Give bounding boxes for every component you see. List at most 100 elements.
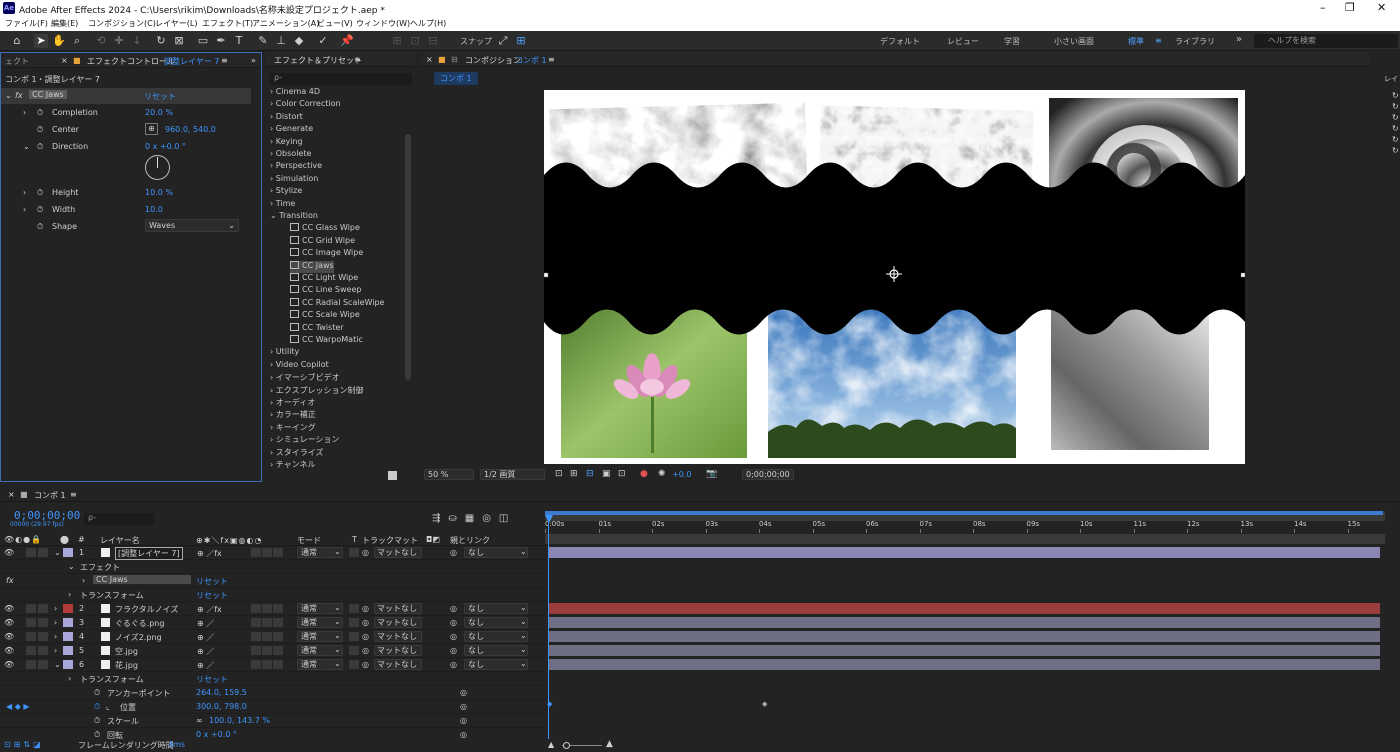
expand-icon[interactable]: › [23,205,26,214]
right-panel-icons[interactable]: ↻ ↻ ↻ ↻ ↻ ↻ [1392,90,1399,156]
stopwatch-icon[interactable]: ⏱ [94,716,100,726]
column-mode[interactable]: モード [297,535,321,546]
exposure-icon[interactable]: ✺ [658,469,666,479]
layer-switch-box[interactable] [262,632,272,641]
dolly-tool-icon[interactable]: ↓ [130,34,144,48]
preset-category[interactable]: › Obsolete [270,149,311,161]
preset-effect[interactable]: CC Line Sweep [290,285,361,297]
workspace-default[interactable]: デフォルト [880,36,920,47]
blend-mode-dropdown[interactable]: 通常 ⌄ [297,617,343,628]
menu-help[interactable]: ヘルプ(H) [410,18,446,29]
transform-reset-link[interactable]: リセット [196,674,228,685]
zoom-slider-thumb[interactable] [563,742,570,749]
layer-duration-bar[interactable] [549,547,1380,558]
lock-switch[interactable] [38,646,48,655]
type-tool-icon[interactable]: T [232,34,246,48]
stopwatch-icon[interactable]: ⏱ [37,188,43,198]
preset-effect[interactable]: CC Image Wipe [290,248,363,260]
layer-row[interactable]: 👁 › 4 ノイズ2.png ⊕ ／ 通常 ⌄ ◎ マットなし ◎ なし ⌄ [0,630,545,644]
preset-category[interactable]: › Generate [270,124,313,136]
layer-label-color[interactable] [63,548,73,557]
layer-switch-box[interactable] [273,646,283,655]
menu-effect[interactable]: エフェクト(T) [202,18,253,29]
expand-icon[interactable]: › [54,618,57,627]
effect-name[interactable]: CC Jaws [29,90,67,99]
snapshot-icon[interactable]: 📷 [706,469,717,479]
track-matte-dropdown[interactable]: マットなし [374,645,422,656]
help-search-input[interactable]: ヘルプを検索 [1254,34,1398,48]
preset-effect[interactable]: CC Grid Wipe [290,235,355,248]
preset-category[interactable]: › Color Correction [270,99,341,111]
stopwatch-icon[interactable]: ⏱ [94,688,100,698]
preset-category[interactable]: ⌄ Transition [270,211,318,223]
layer-name[interactable]: 空.jpg [115,646,138,657]
preserve-transparency-switch[interactable] [349,646,359,655]
parent-pickwhip-icon[interactable]: ◎ [450,632,457,641]
layer-label-color[interactable] [63,618,73,627]
lock-switch[interactable] [38,632,48,641]
visibility-eye-icon[interactable]: 👁 [4,660,14,669]
effect-row[interactable]: ⌄ fx CC Jaws リセット [1,88,251,104]
fx-icon[interactable]: fx [6,576,14,585]
column-layer-name[interactable]: レイヤー名 [100,535,140,546]
solo-switch[interactable] [26,618,36,627]
layer-name[interactable]: ノイズ2.png [115,632,162,643]
menu-animation[interactable]: アニメーション(A) [252,18,319,29]
preset-category[interactable]: › シミュレーション [270,434,339,446]
snap-options-icon[interactable]: ⤢ [496,34,510,48]
preset-category[interactable]: › Video Copilot [270,360,329,372]
footer-toggle-icons[interactable]: ⊡⊞⇅◪ [4,740,44,749]
layer-switch-box[interactable] [251,660,261,669]
hand-tool-icon[interactable]: ✋ [52,34,66,48]
layer-handle-left[interactable] [544,272,549,278]
expand-icon[interactable]: › [68,590,71,599]
collapse-icon[interactable]: ⌄ [54,660,61,669]
parent-dropdown[interactable]: なし ⌄ [464,603,528,614]
effect-reset-link[interactable]: リセット [144,91,176,102]
layer-switch-box[interactable] [262,618,272,627]
visibility-eye-icon[interactable]: 👁 [4,604,14,613]
expand-icon[interactable]: › [23,108,26,117]
pickwhip-icon[interactable]: ◎ [362,646,369,655]
zoom-tool-icon[interactable]: ⌕ [70,34,84,48]
collapse-icon[interactable]: ⌄ [5,91,12,100]
axis-icon[interactable]: ⊞ [390,34,404,48]
workspace-review[interactable]: レビュー [947,36,979,47]
preset-category[interactable]: › イマーシブビデオ [270,372,340,384]
layer-switches[interactable]: ⊕ ／ [197,660,214,671]
color-channels-icon[interactable]: ● [640,469,648,479]
lock-switch[interactable] [38,618,48,627]
effect-item-row[interactable]: fx › CC Jaws リセット [0,574,545,588]
pickwhip-icon[interactable]: ◎ [362,604,369,613]
layer-switches[interactable]: ⊕ ／ [197,646,214,657]
transform-property-value[interactable]: 100.0, 143.7 % [209,716,270,725]
stopwatch-icon[interactable]: ⏱ [37,205,43,215]
parent-dropdown[interactable]: なし ⌄ [464,617,528,628]
stopwatch-icon[interactable]: ⏱ [94,702,100,712]
preset-category[interactable]: › Utility [270,347,299,359]
blend-mode-dropdown[interactable]: 通常 ⌄ [297,631,343,642]
stopwatch-icon[interactable]: ⏱ [37,222,43,232]
layer-duration-bar[interactable] [549,659,1380,670]
close-icon[interactable]: ✕ [1377,1,1386,14]
view-axis-icon[interactable]: ⊟ [426,34,440,48]
exposure-value[interactable]: +0.0 [672,470,691,479]
layer-label-color[interactable] [63,632,73,641]
layer-row[interactable]: 👁 ⌄ 6 花.jpg ⊕ ／ 通常 ⌄ ◎ マットなし ◎ なし ⌄ [0,658,545,672]
stamp-tool-icon[interactable]: ⊥ [274,34,288,48]
composition-tab[interactable]: コンポジション [465,55,521,66]
collapse-icon[interactable]: ⌄ [68,562,75,571]
track-matte-dropdown[interactable]: マットなし [374,617,422,628]
preset-effect[interactable]: CC Scale Wipe [290,310,360,322]
layer-switches[interactable]: ⊕ ／fx [197,604,222,615]
region-icon[interactable]: ⊡ [555,469,563,479]
workspace-small-screen[interactable]: 小さい画面 [1054,36,1094,47]
collapse-icon[interactable]: ⌄ [23,142,30,151]
completion-value[interactable]: 20.0 % [145,108,173,117]
layer-switch-box[interactable] [273,660,283,669]
parent-pickwhip-icon[interactable]: ◎ [450,618,457,627]
timeline-switch-icons[interactable]: ⇶⛀▦◎◫ [432,513,516,524]
transform-group-label[interactable]: トランスフォーム [80,590,144,601]
close-tab-icon[interactable]: × [426,55,433,64]
layer-switches[interactable]: ⊕ ／ [197,618,214,629]
